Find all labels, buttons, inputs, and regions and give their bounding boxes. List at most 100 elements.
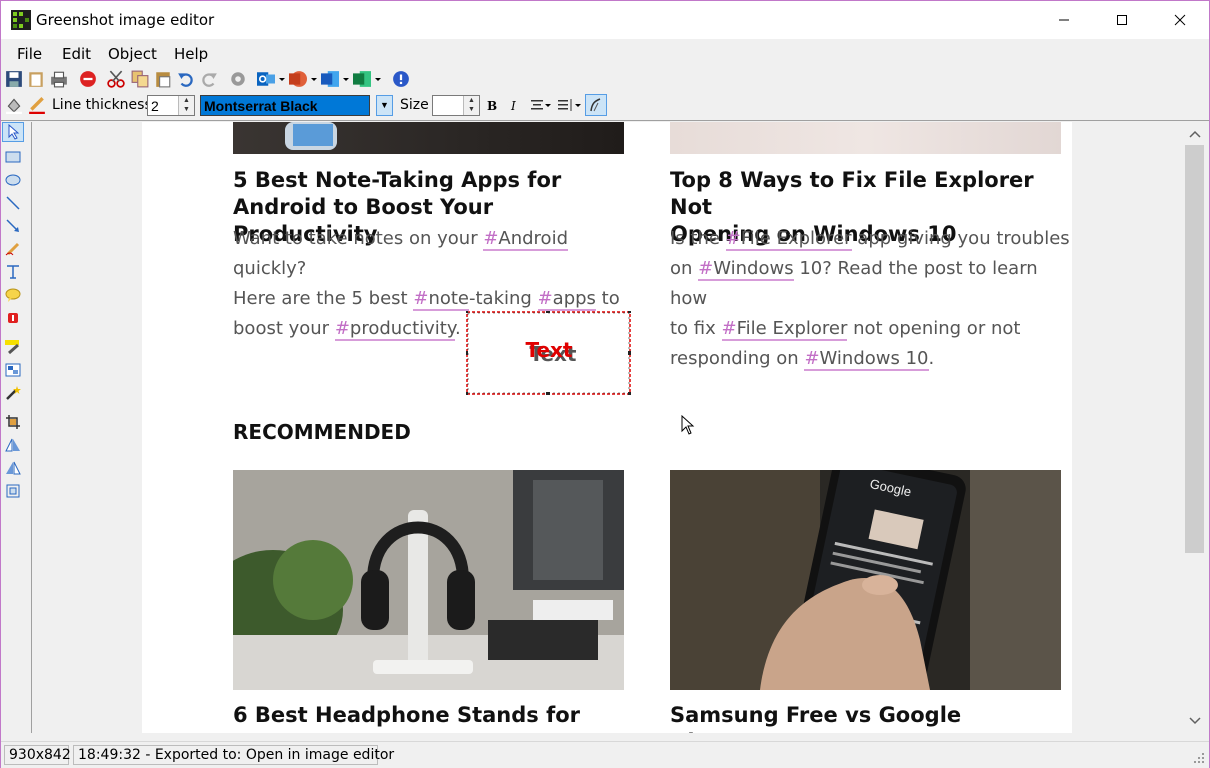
hashtag-link[interactable]: #productivity xyxy=(334,318,455,341)
shadow-toggle-button[interactable] xyxy=(585,94,607,116)
close-icon xyxy=(1174,14,1186,26)
excerpt-line: Want to take notes on your #Android quic… xyxy=(233,228,568,279)
hashtag-link[interactable]: #File Explorer xyxy=(725,228,852,251)
print-icon[interactable] xyxy=(50,70,68,88)
italic-button[interactable]: I xyxy=(511,99,516,113)
font-family-combobox[interactable]: Montserrat Black ▼ xyxy=(200,95,394,116)
help-icon[interactable] xyxy=(392,70,410,88)
menu-bar: File Edit Object Help xyxy=(1,39,1209,67)
status-message: 18:49:32 - Exported to: Open in image ed… xyxy=(73,745,394,765)
samsung-phone-photo[interactable]: Google xyxy=(670,470,1061,690)
crop-tool-icon[interactable] xyxy=(5,414,21,430)
title-bar: Greenshot image editor xyxy=(1,1,1209,39)
close-image-icon[interactable] xyxy=(79,70,97,88)
headline-line: 5 Best Note-Taking Apps for xyxy=(233,168,562,192)
scroll-up-icon[interactable] xyxy=(1189,130,1201,138)
menu-edit[interactable]: Edit xyxy=(62,45,91,63)
paste-icon[interactable] xyxy=(154,70,172,88)
outlook-icon[interactable] xyxy=(257,70,275,88)
menu-help[interactable]: Help xyxy=(174,45,208,63)
powerpoint-dropdown-icon[interactable] xyxy=(310,70,318,88)
copy-icon[interactable] xyxy=(131,70,149,88)
status-bar: 930x842 18:49:32 - Exported to: Open in … xyxy=(1,741,1209,768)
effects-wand-icon[interactable] xyxy=(5,385,21,401)
screenshot-page: 5 Best Note-Taking Apps for Android to B… xyxy=(142,122,1072,733)
arrow-tool-icon[interactable] xyxy=(5,218,21,234)
word-icon[interactable] xyxy=(321,70,339,88)
hashtag-link[interactable]: #note xyxy=(413,288,469,311)
hashtag-link[interactable]: #File Explorer xyxy=(721,318,848,341)
fill-color-icon[interactable] xyxy=(5,96,23,114)
redo-icon[interactable] xyxy=(200,70,218,88)
image-dimensions: 930x842 xyxy=(4,745,71,765)
save-icon[interactable] xyxy=(5,70,23,88)
obfuscate-tool-icon[interactable] xyxy=(5,362,21,378)
font-family-selected[interactable]: Montserrat Black xyxy=(200,95,370,116)
counter-tool-icon[interactable] xyxy=(5,310,21,326)
hashtag-link[interactable]: #apps xyxy=(537,288,596,311)
text-tool-icon[interactable] xyxy=(5,264,21,280)
properties-toolbar: Line thickness 2 ▲ ▼ Montserrat Black ▼ S… xyxy=(1,91,1209,121)
line-thickness-spinner[interactable]: 2 ▲ ▼ xyxy=(147,95,195,116)
text-annotation-frame: Text Text xyxy=(464,309,632,396)
font-dropdown-icon[interactable]: ▼ xyxy=(376,95,393,116)
main-toolbar xyxy=(1,67,1209,91)
outlook-dropdown-icon[interactable] xyxy=(278,70,286,88)
headphone-stand-photo[interactable] xyxy=(233,470,624,690)
resize-grip-icon[interactable] xyxy=(1193,752,1205,764)
ellipse-tool-icon[interactable] xyxy=(5,172,21,188)
excerpt-line: on #Windows 10? Read the post to learn h… xyxy=(670,258,1038,309)
settings-gear-icon[interactable] xyxy=(229,70,247,88)
excerpt-file-explorer: Is the #File Explorer app giving you tro… xyxy=(670,224,1070,374)
mouse-cursor-icon xyxy=(681,415,695,435)
spinner-down-icon[interactable]: ▼ xyxy=(179,105,194,114)
maximize-icon xyxy=(1117,15,1127,25)
text-annotation-object[interactable]: Text Text xyxy=(464,309,632,396)
minimize-button[interactable] xyxy=(1035,1,1093,39)
select-tool-button[interactable] xyxy=(2,122,24,142)
article-thumbnail-notes xyxy=(233,122,624,154)
maximize-button[interactable] xyxy=(1093,1,1151,39)
close-button[interactable] xyxy=(1151,1,1209,39)
align-vertical-icon[interactable] xyxy=(557,97,583,115)
hashtag-link[interactable]: #Windows 10 xyxy=(804,348,929,371)
cut-icon[interactable] xyxy=(107,70,125,88)
scroll-down-icon[interactable] xyxy=(1189,717,1201,725)
bold-button[interactable]: B xyxy=(487,99,497,113)
undo-icon[interactable] xyxy=(177,70,195,88)
phone-thumbnail-image xyxy=(285,122,337,150)
headline-headphone-stands[interactable]: 6 Best Headphone Stands for Your xyxy=(233,702,633,733)
image-canvas[interactable]: 5 Best Note-Taking Apps for Android to B… xyxy=(32,122,1181,733)
shadow-icon xyxy=(590,98,601,112)
resize-tool-icon[interactable] xyxy=(5,483,21,499)
excel-icon[interactable] xyxy=(353,70,371,88)
font-size-spinner[interactable]: ▲ ▼ xyxy=(432,95,480,116)
size-spinner-arrows[interactable]: ▲ ▼ xyxy=(463,96,479,115)
headline-samsung-free[interactable]: Samsung Free vs Google Discover: xyxy=(670,702,1070,733)
menu-object[interactable]: Object xyxy=(108,45,157,63)
rotate-cw-icon[interactable] xyxy=(5,437,21,453)
window-title: Greenshot image editor xyxy=(36,11,215,29)
vertical-scrollbar[interactable] xyxy=(1181,122,1209,733)
spinner-up-icon[interactable]: ▲ xyxy=(179,96,194,105)
excerpt-line: Here are the 5 best #note-taking #apps t… xyxy=(233,288,620,311)
menu-file[interactable]: File xyxy=(17,45,42,63)
freehand-tool-icon[interactable] xyxy=(5,241,21,257)
powerpoint-icon[interactable] xyxy=(289,70,307,88)
spinner-arrows[interactable]: ▲ ▼ xyxy=(178,96,194,115)
line-tool-icon[interactable] xyxy=(5,195,21,211)
hashtag-link[interactable]: #Android xyxy=(483,228,568,251)
rotate-ccw-icon[interactable] xyxy=(5,460,21,476)
line-color-pencil-icon[interactable] xyxy=(28,96,46,114)
word-dropdown-icon[interactable] xyxy=(342,70,350,88)
highlight-tool-icon[interactable] xyxy=(5,339,21,355)
size-down-icon[interactable]: ▼ xyxy=(464,105,479,114)
speech-bubble-tool-icon[interactable] xyxy=(5,287,21,303)
align-horizontal-icon[interactable] xyxy=(530,97,552,115)
scrollbar-thumb[interactable] xyxy=(1185,145,1204,553)
hashtag-link[interactable]: #Windows xyxy=(698,258,794,281)
size-up-icon[interactable]: ▲ xyxy=(464,96,479,105)
clipboard-icon[interactable] xyxy=(27,70,45,88)
rectangle-tool-icon[interactable] xyxy=(5,149,21,165)
excel-dropdown-icon[interactable] xyxy=(374,70,382,88)
